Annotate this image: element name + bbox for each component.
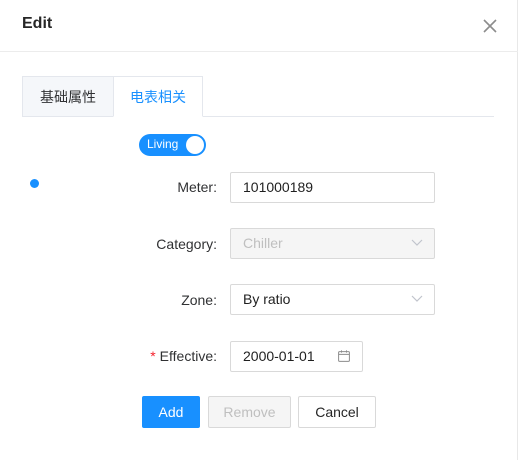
add-button[interactable]: Add bbox=[142, 396, 200, 428]
close-icon[interactable] bbox=[481, 17, 499, 35]
effective-date-picker[interactable]: 2000-01-01 bbox=[230, 341, 363, 372]
chevron-down-icon bbox=[411, 295, 423, 302]
toggle-label: Living bbox=[147, 137, 179, 151]
required-mark: * bbox=[150, 348, 156, 364]
dialog-title: Edit bbox=[22, 15, 53, 32]
living-toggle[interactable]: Living bbox=[139, 134, 206, 156]
meter-label: Meter: bbox=[177, 179, 217, 195]
effective-label: * Effective: bbox=[150, 348, 217, 364]
cancel-button[interactable]: Cancel bbox=[298, 396, 376, 428]
remove-button[interactable]: Remove bbox=[208, 396, 291, 428]
meter-input[interactable]: 101000189 bbox=[230, 172, 435, 203]
tab-bar: 基础属性 电表相关 bbox=[22, 76, 494, 117]
zone-select[interactable]: By ratio bbox=[230, 284, 435, 315]
edit-dialog: Edit 基础属性 电表相关 Living Meter: 101000189 C… bbox=[0, 0, 518, 460]
category-label: Category: bbox=[156, 236, 217, 252]
dialog-header: Edit bbox=[0, 0, 518, 52]
tab-basic-attributes[interactable]: 基础属性 bbox=[22, 76, 113, 117]
meter-value: 101000189 bbox=[243, 179, 314, 195]
category-value: Chiller bbox=[243, 235, 283, 251]
effective-value: 2000-01-01 bbox=[243, 348, 315, 364]
calendar-icon bbox=[338, 350, 350, 362]
tab-meter-related[interactable]: 电表相关 bbox=[113, 76, 203, 117]
zone-label: Zone: bbox=[181, 292, 217, 308]
category-select[interactable]: Chiller bbox=[230, 228, 435, 259]
zone-value: By ratio bbox=[243, 291, 291, 307]
toggle-knob bbox=[186, 136, 204, 154]
chevron-down-icon bbox=[411, 239, 423, 246]
